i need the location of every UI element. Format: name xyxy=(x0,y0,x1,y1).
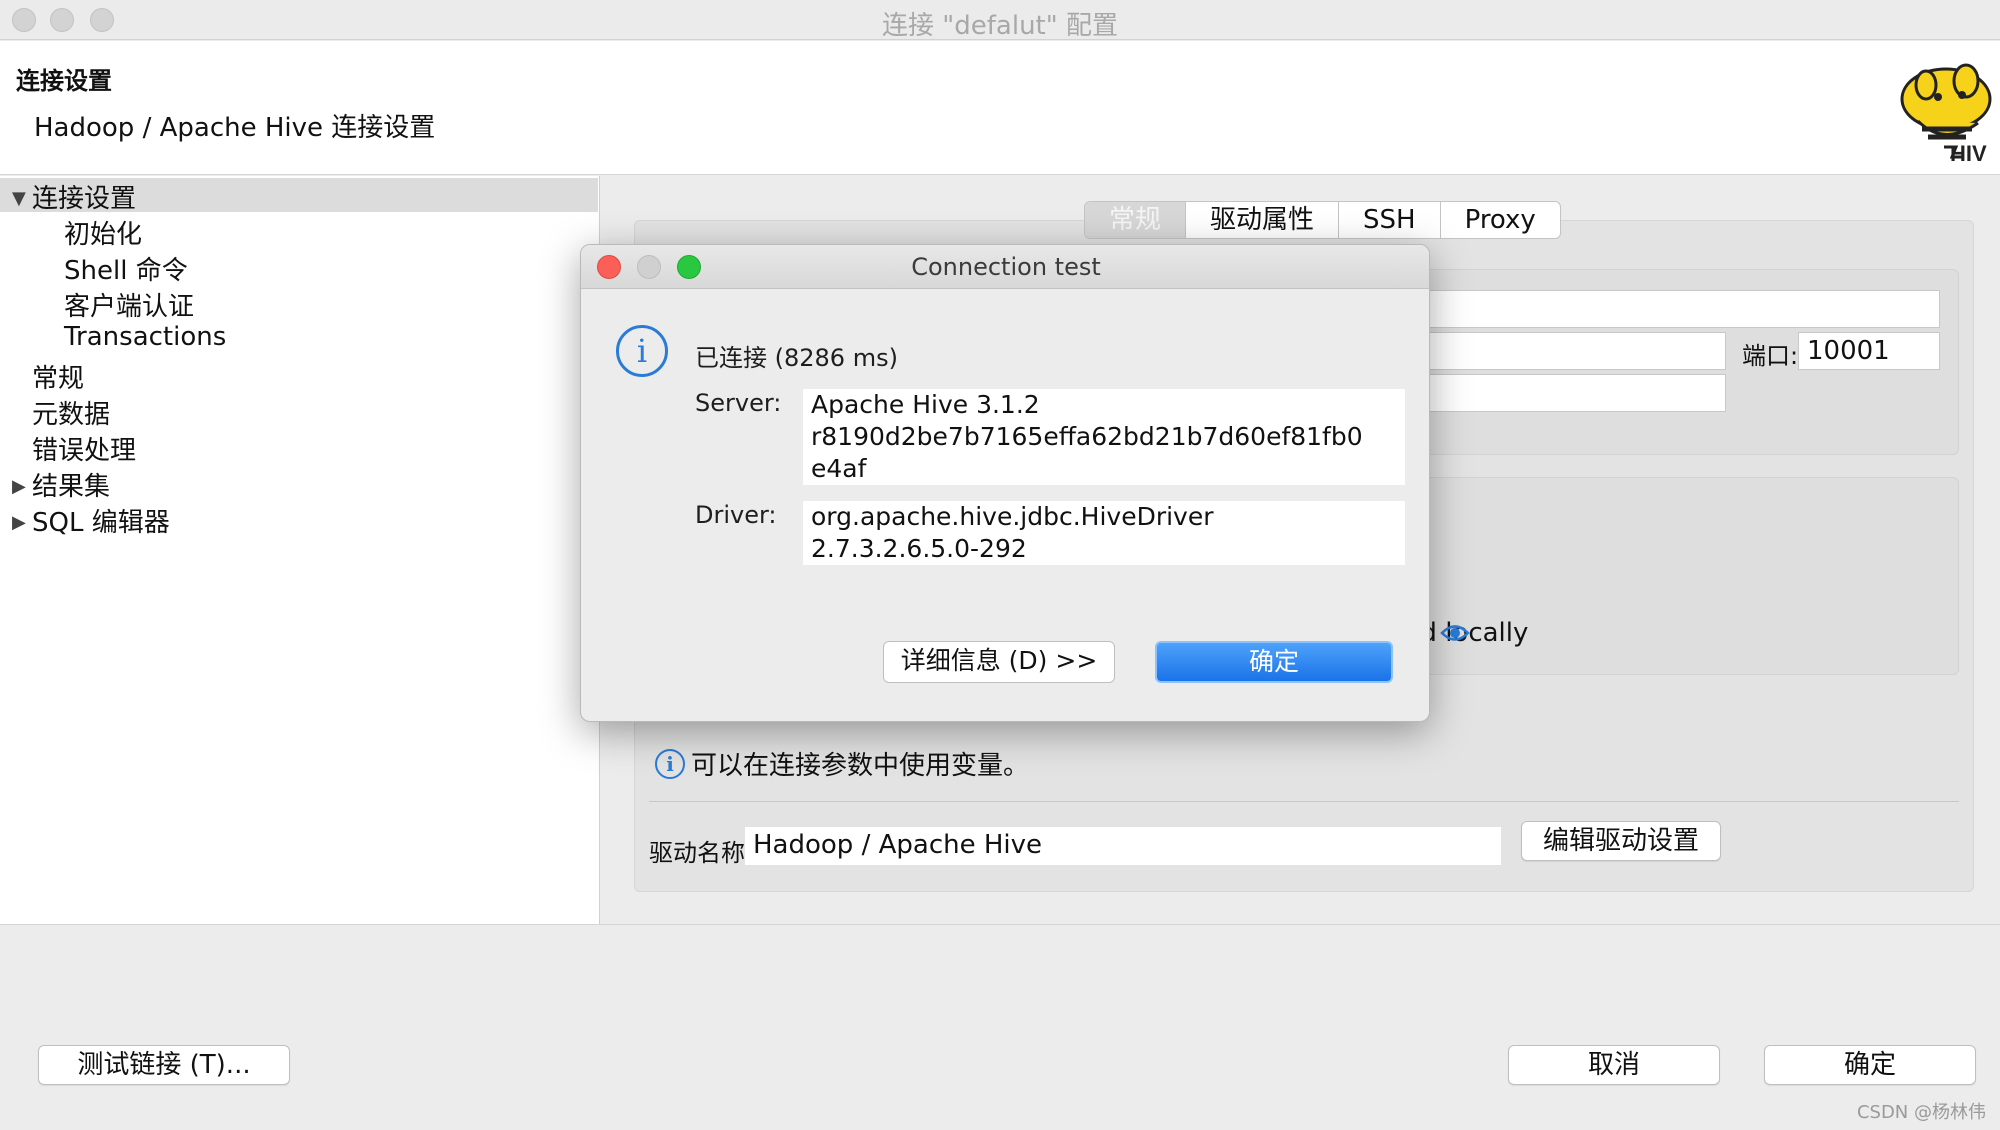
tab-ssh[interactable]: SSH xyxy=(1339,202,1441,238)
server-label: Server: xyxy=(695,389,782,417)
tab-driver-properties[interactable]: 驱动属性 xyxy=(1186,202,1340,238)
hive-logo-icon: HIV xyxy=(1900,63,1992,163)
window-title: 连接 "defalut" 配置 xyxy=(882,11,1118,41)
info-icon: i xyxy=(655,749,685,779)
settings-tree: ▼ 连接设置 初始化 Shell 命令 客户端认证 Transactions 常规… xyxy=(0,176,600,924)
tree-item-error-handling[interactable]: 错误处理 xyxy=(32,430,136,467)
port-label: 端口: xyxy=(1742,342,1799,370)
details-button[interactable]: 详细信息 (D) >> xyxy=(883,641,1115,683)
driver-name-label: 驱动名称: xyxy=(649,839,754,867)
expanded-triangle-icon[interactable]: ▼ xyxy=(12,188,32,209)
tree-item-metadata[interactable]: 元数据 xyxy=(32,394,110,431)
driver-info-box: org.apache.hive.jdbc.HiveDriver 2.7.3.2.… xyxy=(803,501,1405,565)
show-password-eye-icon[interactable] xyxy=(1440,622,1470,644)
watermark: CSDN @杨林伟 xyxy=(1856,1102,1986,1123)
tree-item-transactions[interactable]: Transactions xyxy=(64,322,226,352)
ok-button[interactable]: 确定 xyxy=(1764,1045,1976,1085)
divider xyxy=(649,801,1959,802)
tree-item-result-sets[interactable]: ▶ 结果集 xyxy=(12,466,110,503)
cancel-button[interactable]: 取消 xyxy=(1508,1045,1720,1085)
collapsed-triangle-icon[interactable]: ▶ xyxy=(12,476,32,497)
footer-bar: 测试链接 (T)... 取消 确定 CSDN @杨林伟 xyxy=(0,924,2000,1130)
info-icon: i xyxy=(616,325,668,377)
page-title: 连接设置 xyxy=(16,67,112,95)
svg-text:HIV: HIV xyxy=(1950,141,1987,163)
tree-item-shell-commands[interactable]: Shell 命令 xyxy=(64,250,188,287)
edit-driver-settings-button[interactable]: 编辑驱动设置 xyxy=(1521,821,1721,861)
window-titlebar: 连接 "defalut" 配置 xyxy=(0,0,2000,41)
tab-general[interactable]: 常规 xyxy=(1085,202,1187,238)
dialog-titlebar: Connection test xyxy=(581,245,1429,289)
server-line: r8190d2be7b7165effa62bd21b7d60ef81fb0 xyxy=(811,422,1363,451)
port-field[interactable]: 10001 xyxy=(1798,332,1940,370)
dialog-title: Connection test xyxy=(911,253,1101,281)
tree-item-general[interactable]: 常规 xyxy=(32,358,84,395)
server-line: Apache Hive 3.1.2 xyxy=(811,390,1040,419)
tree-item-sql-editor[interactable]: ▶ SQL 编辑器 xyxy=(12,502,170,539)
test-connection-button[interactable]: 测试链接 (T)... xyxy=(38,1045,290,1085)
tree-item-client-auth[interactable]: 客户端认证 xyxy=(64,286,194,323)
page-subtitle: Hadoop / Apache Hive 连接设置 xyxy=(34,113,436,143)
url-field[interactable] xyxy=(1340,290,1940,328)
settings-tabs: 常规 驱动属性 SSH Proxy xyxy=(1084,201,1561,239)
page-header: 连接设置 Hadoop / Apache Hive 连接设置 HIV xyxy=(0,41,2000,175)
tab-proxy[interactable]: Proxy xyxy=(1441,202,1560,238)
dialog-ok-button[interactable]: 确定 xyxy=(1155,641,1393,683)
variables-hint: 可以在连接参数中使用变量。 xyxy=(691,751,1030,781)
connection-status: 已连接 (8286 ms) xyxy=(695,344,898,372)
tree-item-connection-settings[interactable]: ▼ 连接设置 xyxy=(12,178,136,215)
server-line: e4af xyxy=(811,454,867,483)
driver-name-field: Hadoop / Apache Hive xyxy=(745,827,1501,865)
driver-line: 2.7.3.2.6.5.0-292 xyxy=(811,534,1027,563)
server-info-box: Apache Hive 3.1.2 r8190d2be7b7165effa62b… xyxy=(803,389,1405,485)
connection-test-dialog: Connection test i 已连接 (8286 ms) Server: … xyxy=(580,244,1430,722)
collapsed-triangle-icon[interactable]: ▶ xyxy=(12,512,32,533)
tree-item-init[interactable]: 初始化 xyxy=(64,214,142,251)
driver-line: org.apache.hive.jdbc.HiveDriver xyxy=(811,502,1214,531)
driver-label: Driver: xyxy=(695,501,777,529)
